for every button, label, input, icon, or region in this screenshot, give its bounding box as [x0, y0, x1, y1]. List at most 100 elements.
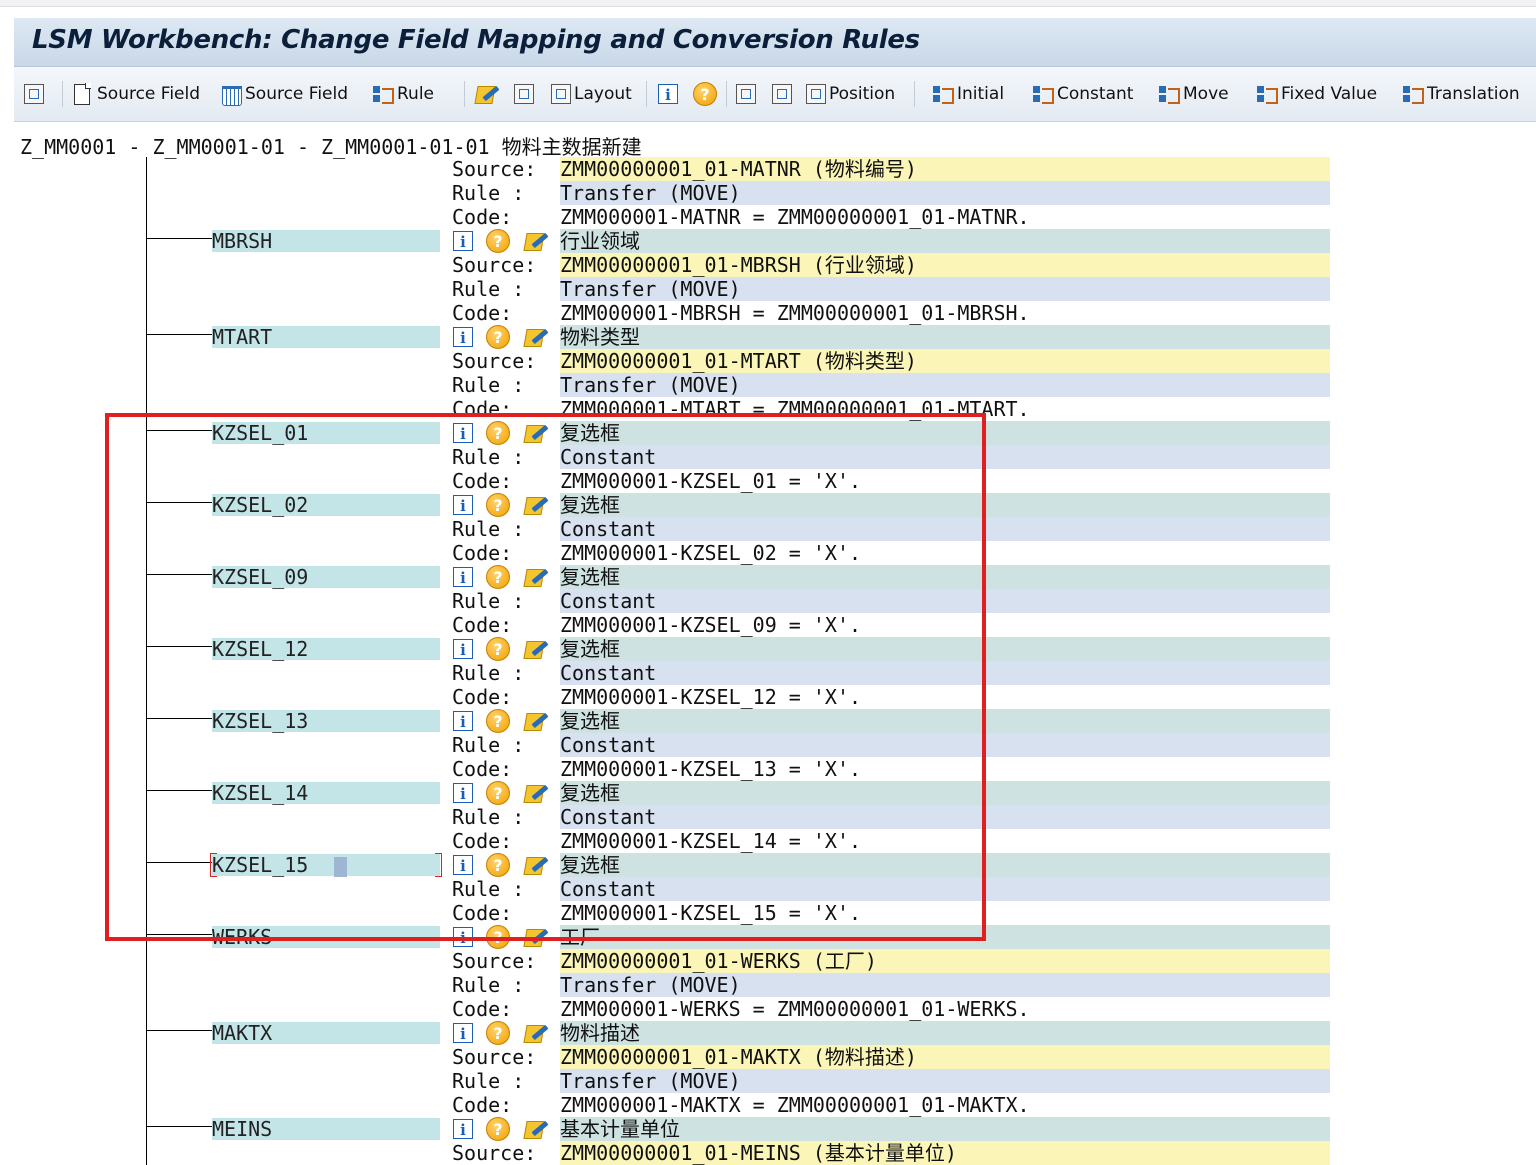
- help-icon[interactable]: ?: [486, 565, 510, 589]
- rule-value[interactable]: Constant: [560, 589, 1330, 613]
- source-value[interactable]: ZMM00000001_01-MBRSH (行业领域): [560, 253, 1330, 277]
- rule-value[interactable]: Constant: [560, 445, 1330, 469]
- help-icon[interactable]: ?: [486, 925, 510, 949]
- fixed-value-button[interactable]: Fixed Value: [1256, 80, 1377, 108]
- info-icon[interactable]: i: [453, 1023, 473, 1043]
- rule-value[interactable]: Transfer (MOVE): [560, 277, 1330, 301]
- code-value[interactable]: ZMM000001-KZSEL_02 = 'X'.: [560, 541, 1330, 565]
- move-button[interactable]: Move: [1158, 80, 1229, 108]
- info-icon[interactable]: i: [453, 1119, 473, 1139]
- info-icon[interactable]: i: [453, 711, 473, 731]
- info-button[interactable]: i: [658, 80, 678, 108]
- rule-value[interactable]: Transfer (MOVE): [560, 181, 1330, 205]
- code-value[interactable]: ZMM000001-KZSEL_12 = 'X'.: [560, 685, 1330, 709]
- edit-rule-icon[interactable]: [523, 710, 547, 732]
- help-icon[interactable]: ?: [486, 1117, 510, 1141]
- field-node-kzsel_12[interactable]: KZSEL_12: [212, 638, 440, 660]
- position-button[interactable]: Position: [806, 80, 895, 108]
- edit-rule-icon[interactable]: [523, 1022, 547, 1044]
- code-label: Code:: [452, 685, 513, 709]
- field-node-kzsel_14[interactable]: KZSEL_14: [212, 782, 440, 804]
- rule-value[interactable]: Constant: [560, 517, 1330, 541]
- field-node-meins[interactable]: MEINS: [212, 1118, 440, 1140]
- info-icon[interactable]: i: [453, 927, 473, 947]
- layout-button[interactable]: Layout: [551, 80, 632, 108]
- edit-rule-icon[interactable]: [523, 422, 547, 444]
- edit-rule-icon[interactable]: [523, 854, 547, 876]
- edit-rule-icon[interactable]: [523, 494, 547, 516]
- code-value[interactable]: ZMM000001-KZSEL_13 = 'X'.: [560, 757, 1330, 781]
- help-icon[interactable]: ?: [486, 1021, 510, 1045]
- edit-rule-icon[interactable]: [523, 638, 547, 660]
- translation-button[interactable]: Translation: [1402, 80, 1520, 108]
- code-value[interactable]: ZMM000001-MATNR = ZMM00000001_01-MATNR.: [560, 205, 1330, 229]
- source-value[interactable]: ZMM00000001_01-MTART (物料类型): [560, 349, 1330, 373]
- field-node-kzsel_01[interactable]: KZSEL_01: [212, 422, 440, 444]
- code-value[interactable]: ZMM000001-KZSEL_09 = 'X'.: [560, 613, 1330, 637]
- code-value[interactable]: ZMM000001-MBRSH = ZMM00000001_01-MBRSH.: [560, 301, 1330, 325]
- delete-source-field-button[interactable]: Source Field: [222, 80, 348, 108]
- field-node-kzsel_13[interactable]: KZSEL_13: [212, 710, 440, 732]
- rule-value[interactable]: Constant: [560, 805, 1330, 829]
- info-icon[interactable]: i: [453, 639, 473, 659]
- field-description: 物料描述: [560, 1021, 1330, 1045]
- help-icon[interactable]: ?: [486, 709, 510, 733]
- field-name: MEINS: [212, 1117, 273, 1141]
- field-description: 复选框: [560, 709, 1330, 733]
- help-icon[interactable]: ?: [486, 229, 510, 253]
- field-node-kzsel_15[interactable]: KZSEL_15: [210, 853, 442, 877]
- info-icon[interactable]: i: [453, 495, 473, 515]
- edit-rule-icon[interactable]: [523, 566, 547, 588]
- edit-rule-icon[interactable]: [523, 1118, 547, 1140]
- edit-rule-icon[interactable]: [523, 782, 547, 804]
- code-value[interactable]: ZMM000001-KZSEL_15 = 'X'.: [560, 901, 1330, 925]
- code-value[interactable]: ZMM000001-MTART = ZMM00000001_01-MTART.: [560, 397, 1330, 421]
- rule-value[interactable]: Transfer (MOVE): [560, 373, 1330, 397]
- collapse-button[interactable]: [772, 80, 792, 108]
- expand-button[interactable]: [736, 80, 756, 108]
- create-source-field-button[interactable]: Source Field: [74, 80, 200, 108]
- source-value[interactable]: ZMM00000001_01-MEINS (基本计量单位): [560, 1141, 1330, 1165]
- source-value[interactable]: ZMM00000001_01-MAKTX (物料描述): [560, 1045, 1330, 1069]
- hierarchy-button[interactable]: [514, 80, 534, 108]
- code-value[interactable]: ZMM000001-WERKS = ZMM00000001_01-WERKS.: [560, 997, 1330, 1021]
- info-icon[interactable]: i: [453, 231, 473, 251]
- edit-rule-icon[interactable]: [523, 326, 547, 348]
- field-node-kzsel_02[interactable]: KZSEL_02: [212, 494, 440, 516]
- help-icon[interactable]: ?: [486, 493, 510, 517]
- rule-value[interactable]: Constant: [560, 733, 1330, 757]
- help-button[interactable]: ?: [693, 80, 717, 108]
- source-value[interactable]: ZMM00000001_01-WERKS (工厂): [560, 949, 1330, 973]
- edit-rule-icon[interactable]: [523, 230, 547, 252]
- help-icon[interactable]: ?: [486, 853, 510, 877]
- field-node-kzsel_09[interactable]: KZSEL_09: [212, 566, 440, 588]
- tree-branch-line: [147, 1030, 212, 1031]
- rule-value[interactable]: Transfer (MOVE): [560, 973, 1330, 997]
- help-icon[interactable]: ?: [486, 421, 510, 445]
- source-value[interactable]: ZMM00000001_01-MATNR (物料编号): [560, 157, 1330, 181]
- rule-value[interactable]: Transfer (MOVE): [560, 1069, 1330, 1093]
- edit-button[interactable]: [474, 80, 498, 108]
- field-node-mbrsh[interactable]: MBRSH: [212, 230, 440, 252]
- code-value[interactable]: ZMM000001-MAKTX = ZMM00000001_01-MAKTX.: [560, 1093, 1330, 1117]
- info-icon[interactable]: i: [453, 327, 473, 347]
- help-icon[interactable]: ?: [486, 637, 510, 661]
- edit-rule-icon[interactable]: [523, 926, 547, 948]
- rule-value[interactable]: Constant: [560, 661, 1330, 685]
- info-icon[interactable]: i: [453, 567, 473, 587]
- help-icon[interactable]: ?: [486, 325, 510, 349]
- info-icon[interactable]: i: [453, 423, 473, 443]
- object-overview-button[interactable]: [24, 80, 44, 108]
- field-node-werks[interactable]: WERKS: [212, 926, 440, 948]
- code-value[interactable]: ZMM000001-KZSEL_14 = 'X'.: [560, 829, 1330, 853]
- help-icon[interactable]: ?: [486, 781, 510, 805]
- info-icon[interactable]: i: [453, 855, 473, 875]
- constant-button[interactable]: Constant: [1032, 80, 1133, 108]
- info-icon[interactable]: i: [453, 783, 473, 803]
- initial-button[interactable]: Initial: [932, 80, 1004, 108]
- rule-button[interactable]: Rule: [372, 80, 434, 108]
- field-node-mtart[interactable]: MTART: [212, 326, 440, 348]
- field-node-maktx[interactable]: MAKTX: [212, 1022, 440, 1044]
- code-value[interactable]: ZMM000001-KZSEL_01 = 'X'.: [560, 469, 1330, 493]
- rule-value[interactable]: Constant: [560, 877, 1330, 901]
